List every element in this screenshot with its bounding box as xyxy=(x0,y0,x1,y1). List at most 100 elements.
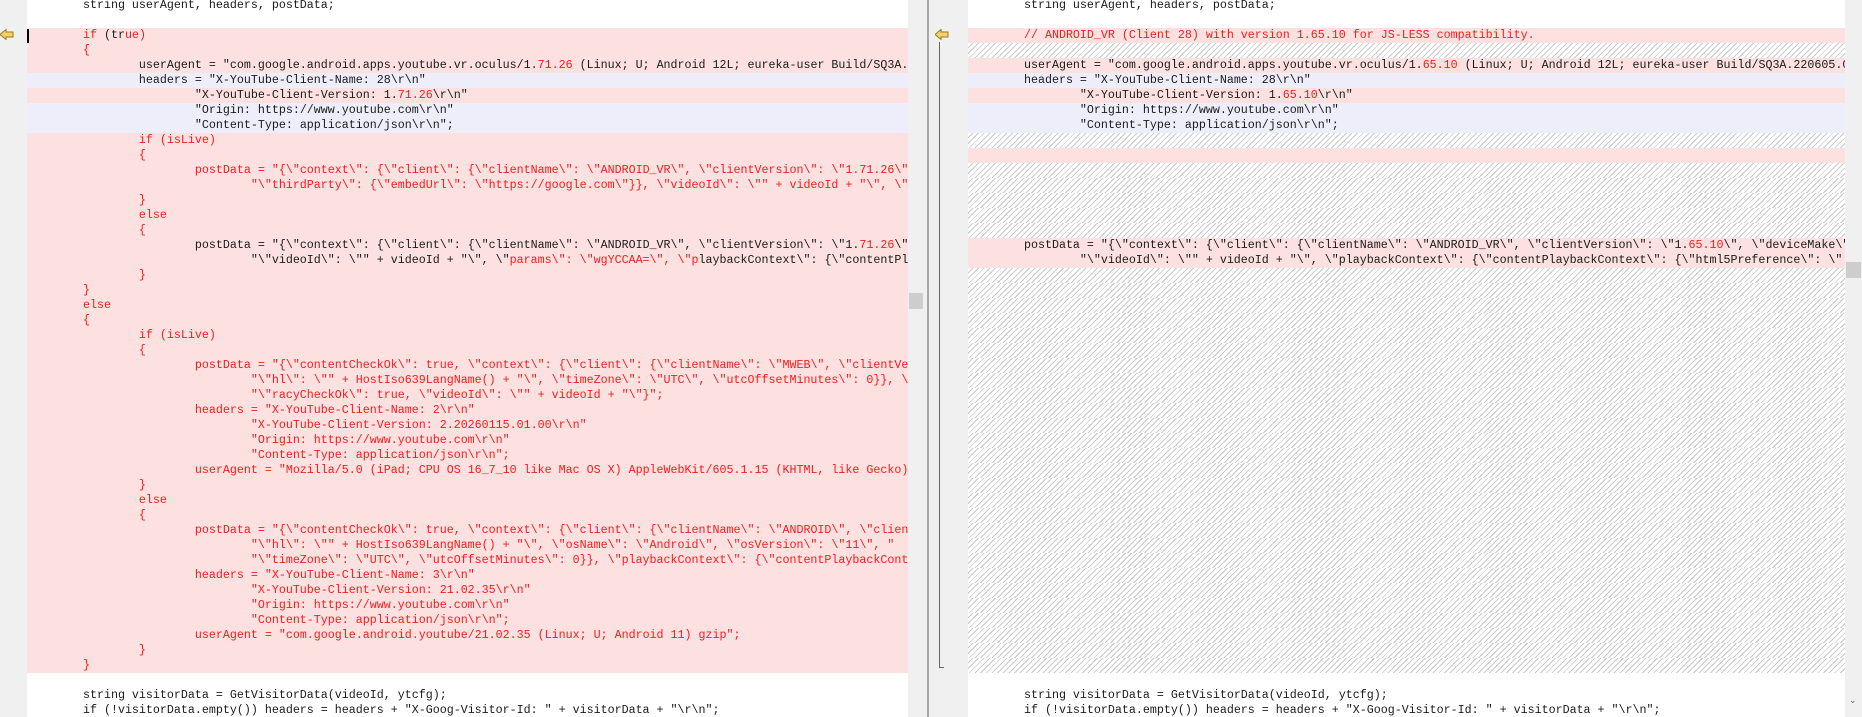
placeholder-line xyxy=(968,508,1845,523)
diff-text: { xyxy=(27,148,146,162)
code-line: string userAgent, headers, postData; xyxy=(968,0,1845,13)
code-line: headers = "X-YouTube-Client-Name: 28\r\n… xyxy=(968,73,1845,88)
diff-text: else xyxy=(27,493,167,507)
code-text: userAgent = "com.google.android.apps.you… xyxy=(968,58,1423,72)
diff-text: } xyxy=(27,643,146,657)
code-text: "Content-Type: application/json\r\n"; xyxy=(968,118,1339,132)
diff-text: ue) xyxy=(124,28,146,42)
code-line: "\"thirdParty\": {\"embedUrl\": \"https:… xyxy=(27,178,908,193)
placeholder-line xyxy=(968,493,1845,508)
code-text: "Content-Type: application/json\r\n"; xyxy=(27,118,454,132)
code-text: "\"videoId\": \"" + videoId + "\", \"pla… xyxy=(968,253,1843,267)
code-text: \r\n" xyxy=(432,88,468,102)
code-text: userAgent = "com.google.android.apps.you… xyxy=(27,58,538,72)
diff-text: 65.10 xyxy=(1282,88,1318,102)
code-line: } xyxy=(27,283,908,298)
diff-text: headers = "X-YouTube-Client-Name: 2\r\n" xyxy=(27,403,475,417)
code-line: "Origin: https://www.youtube.com\r\n" xyxy=(27,598,908,613)
code-line: "\"timeZone\": \"UTC\", \"utcOffsetMinut… xyxy=(27,553,908,568)
code-text: (Linux; U; Android 12L; eureka-user Buil… xyxy=(572,58,908,72)
code-line: { xyxy=(27,343,908,358)
diff-text: { xyxy=(27,43,90,57)
diff-text: "\"hl\": \"" + HostIso639LangName() + "\… xyxy=(27,538,895,552)
placeholder-line xyxy=(968,628,1845,643)
diff-text: } xyxy=(27,193,146,207)
left-scrollbar-thumb[interactable] xyxy=(909,293,923,309)
placeholder-line xyxy=(968,523,1845,538)
placeholder-line xyxy=(968,463,1845,478)
code-line: } xyxy=(27,658,908,673)
code-line: "Origin: https://www.youtube.com\r\n" xyxy=(968,103,1845,118)
diff-text: { xyxy=(27,313,90,327)
code-line: else xyxy=(27,208,908,223)
code-line: "Content-Type: application/json\r\n"; xyxy=(27,613,908,628)
code-line: { xyxy=(27,43,908,58)
right-gutter xyxy=(929,0,968,717)
code-text: "X-YouTube-Client-Version: 1. xyxy=(968,88,1283,102)
placeholder-line xyxy=(968,568,1845,583)
code-line: postData = "{\"context\": {\"client\": {… xyxy=(968,238,1845,253)
diff-text: "Origin: https://www.youtube.com\r\n" xyxy=(27,598,510,612)
diff-text: "Content-Type: application/json\r\n"; xyxy=(27,448,510,462)
placeholder-line xyxy=(968,43,1845,58)
diff-text: // ANDROID_VR (Client 28) with version 1… xyxy=(968,28,1535,42)
code-line: postData = "{\"contentCheckOk\": true, \… xyxy=(27,523,908,538)
placeholder-line xyxy=(968,133,1845,148)
code-line: else xyxy=(27,298,908,313)
code-text: postData = "{\"context\": {\"client\": {… xyxy=(968,238,1689,252)
code-line: } xyxy=(27,478,908,493)
code-text: "X-YouTube-Client-Version: 1. xyxy=(27,88,398,102)
diff-text: postData = "{\"context\": {\"client\": {… xyxy=(27,163,908,177)
code-text: (tr xyxy=(96,28,125,42)
placeholder-line xyxy=(968,418,1845,433)
diff-text: "X-YouTube-Client-Version: 21.02.35\r\n" xyxy=(27,583,531,597)
code-line: if (isLive) xyxy=(27,133,908,148)
right-scrollbar-thumb[interactable] xyxy=(1846,262,1861,278)
left-vertical-scrollbar[interactable] xyxy=(908,0,924,717)
code-line: userAgent = "com.google.android.apps.you… xyxy=(27,58,908,73)
placeholder-line xyxy=(968,163,1845,178)
right-vertical-scrollbar[interactable]: ⌄ xyxy=(1845,0,1862,717)
right-code-pane[interactable]: string userAgent, headers, postData; // … xyxy=(968,0,1845,717)
code-line: "\"racyCheckOk\": true, \"videoId\": \""… xyxy=(27,388,908,403)
code-line: } xyxy=(27,193,908,208)
diff-text: if xyxy=(27,28,97,42)
diff-text: "\"hl\": \"" + HostIso639LangName() + "\… xyxy=(27,373,908,387)
diff-text: userAgent = "Mozilla/5.0 (iPad; CPU OS 1… xyxy=(27,463,908,477)
diff-text: { xyxy=(27,223,146,237)
diff-text: "\"timeZone\": \"UTC\", \"utcOffsetMinut… xyxy=(27,553,908,567)
placeholder-line xyxy=(968,658,1845,673)
code-line: postData = "{\"contentCheckOk\": true, \… xyxy=(27,358,908,373)
placeholder-line xyxy=(968,538,1845,553)
placeholder-line xyxy=(968,448,1845,463)
code-line: headers = "X-YouTube-Client-Name: 28\r\n… xyxy=(27,73,908,88)
scroll-down-arrow-icon[interactable]: ⌄ xyxy=(1849,696,1857,706)
code-line: string visitorData = GetVisitorData(vide… xyxy=(27,688,908,703)
code-line: userAgent = "com.google.android.apps.you… xyxy=(968,58,1845,73)
code-text: "Origin: https://www.youtube.com\r\n" xyxy=(27,103,454,117)
diff-text: } xyxy=(27,478,146,492)
code-line: postData = "{\"context\": {\"client\": {… xyxy=(27,163,908,178)
code-text: headers = "X-YouTube-Client-Name: 28\r\n… xyxy=(968,73,1311,87)
placeholder-line xyxy=(968,388,1845,403)
diff-text: postData = "{\"contentCheckOk\": true, \… xyxy=(27,523,908,537)
diff-text: 65.10 xyxy=(1688,238,1724,252)
code-line: "Content-Type: application/json\r\n"; xyxy=(27,118,908,133)
diff-text: "Origin: https://www.youtube.com\r\n" xyxy=(27,433,510,447)
code-text: (Linux; U; Android 12L; eureka-user Buil… xyxy=(1457,58,1845,72)
diff-text: 71.26 xyxy=(859,238,895,252)
code-line: } xyxy=(27,268,908,283)
code-line: "X-YouTube-Client-Version: 1.65.10\r\n" xyxy=(968,88,1845,103)
code-text: string visitorData = GetVisitorData(vide… xyxy=(27,688,447,702)
left-code-pane[interactable]: string userAgent, headers, postData; if … xyxy=(27,0,908,717)
placeholder-line xyxy=(968,643,1845,658)
code-line: "\"hl\": \"" + HostIso639LangName() + "\… xyxy=(27,538,908,553)
diff-text: params\": \"wgYCCAA=\", \"p xyxy=(509,253,699,267)
code-line: "Content-Type: application/json\r\n"; xyxy=(27,448,908,463)
diff-text: if (isLive) xyxy=(27,133,216,147)
placeholder-line xyxy=(968,223,1845,238)
code-line: string visitorData = GetVisitorData(vide… xyxy=(968,688,1845,703)
diff-text: } xyxy=(27,283,90,297)
placeholder-line xyxy=(968,583,1845,598)
diff-text: if (isLive) xyxy=(27,328,216,342)
